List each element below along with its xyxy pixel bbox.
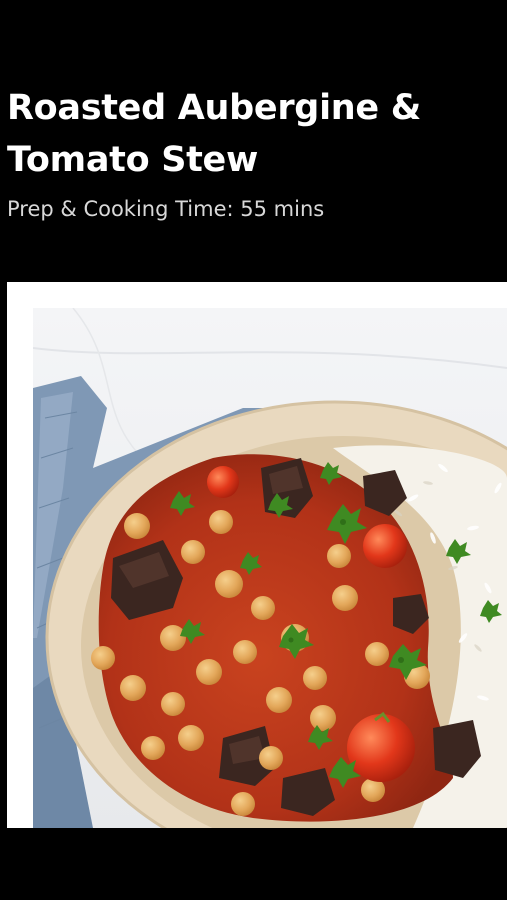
recipe-header: Roasted Aubergine & Tomato Stew Prep & C… xyxy=(7,82,502,222)
recipe-photo-card[interactable] xyxy=(7,282,507,828)
prep-time-label: Prep & Cooking Time: 55 mins xyxy=(7,197,325,221)
recipe-photo xyxy=(33,308,507,828)
recipe-title: Roasted Aubergine & Tomato Stew xyxy=(7,88,421,180)
